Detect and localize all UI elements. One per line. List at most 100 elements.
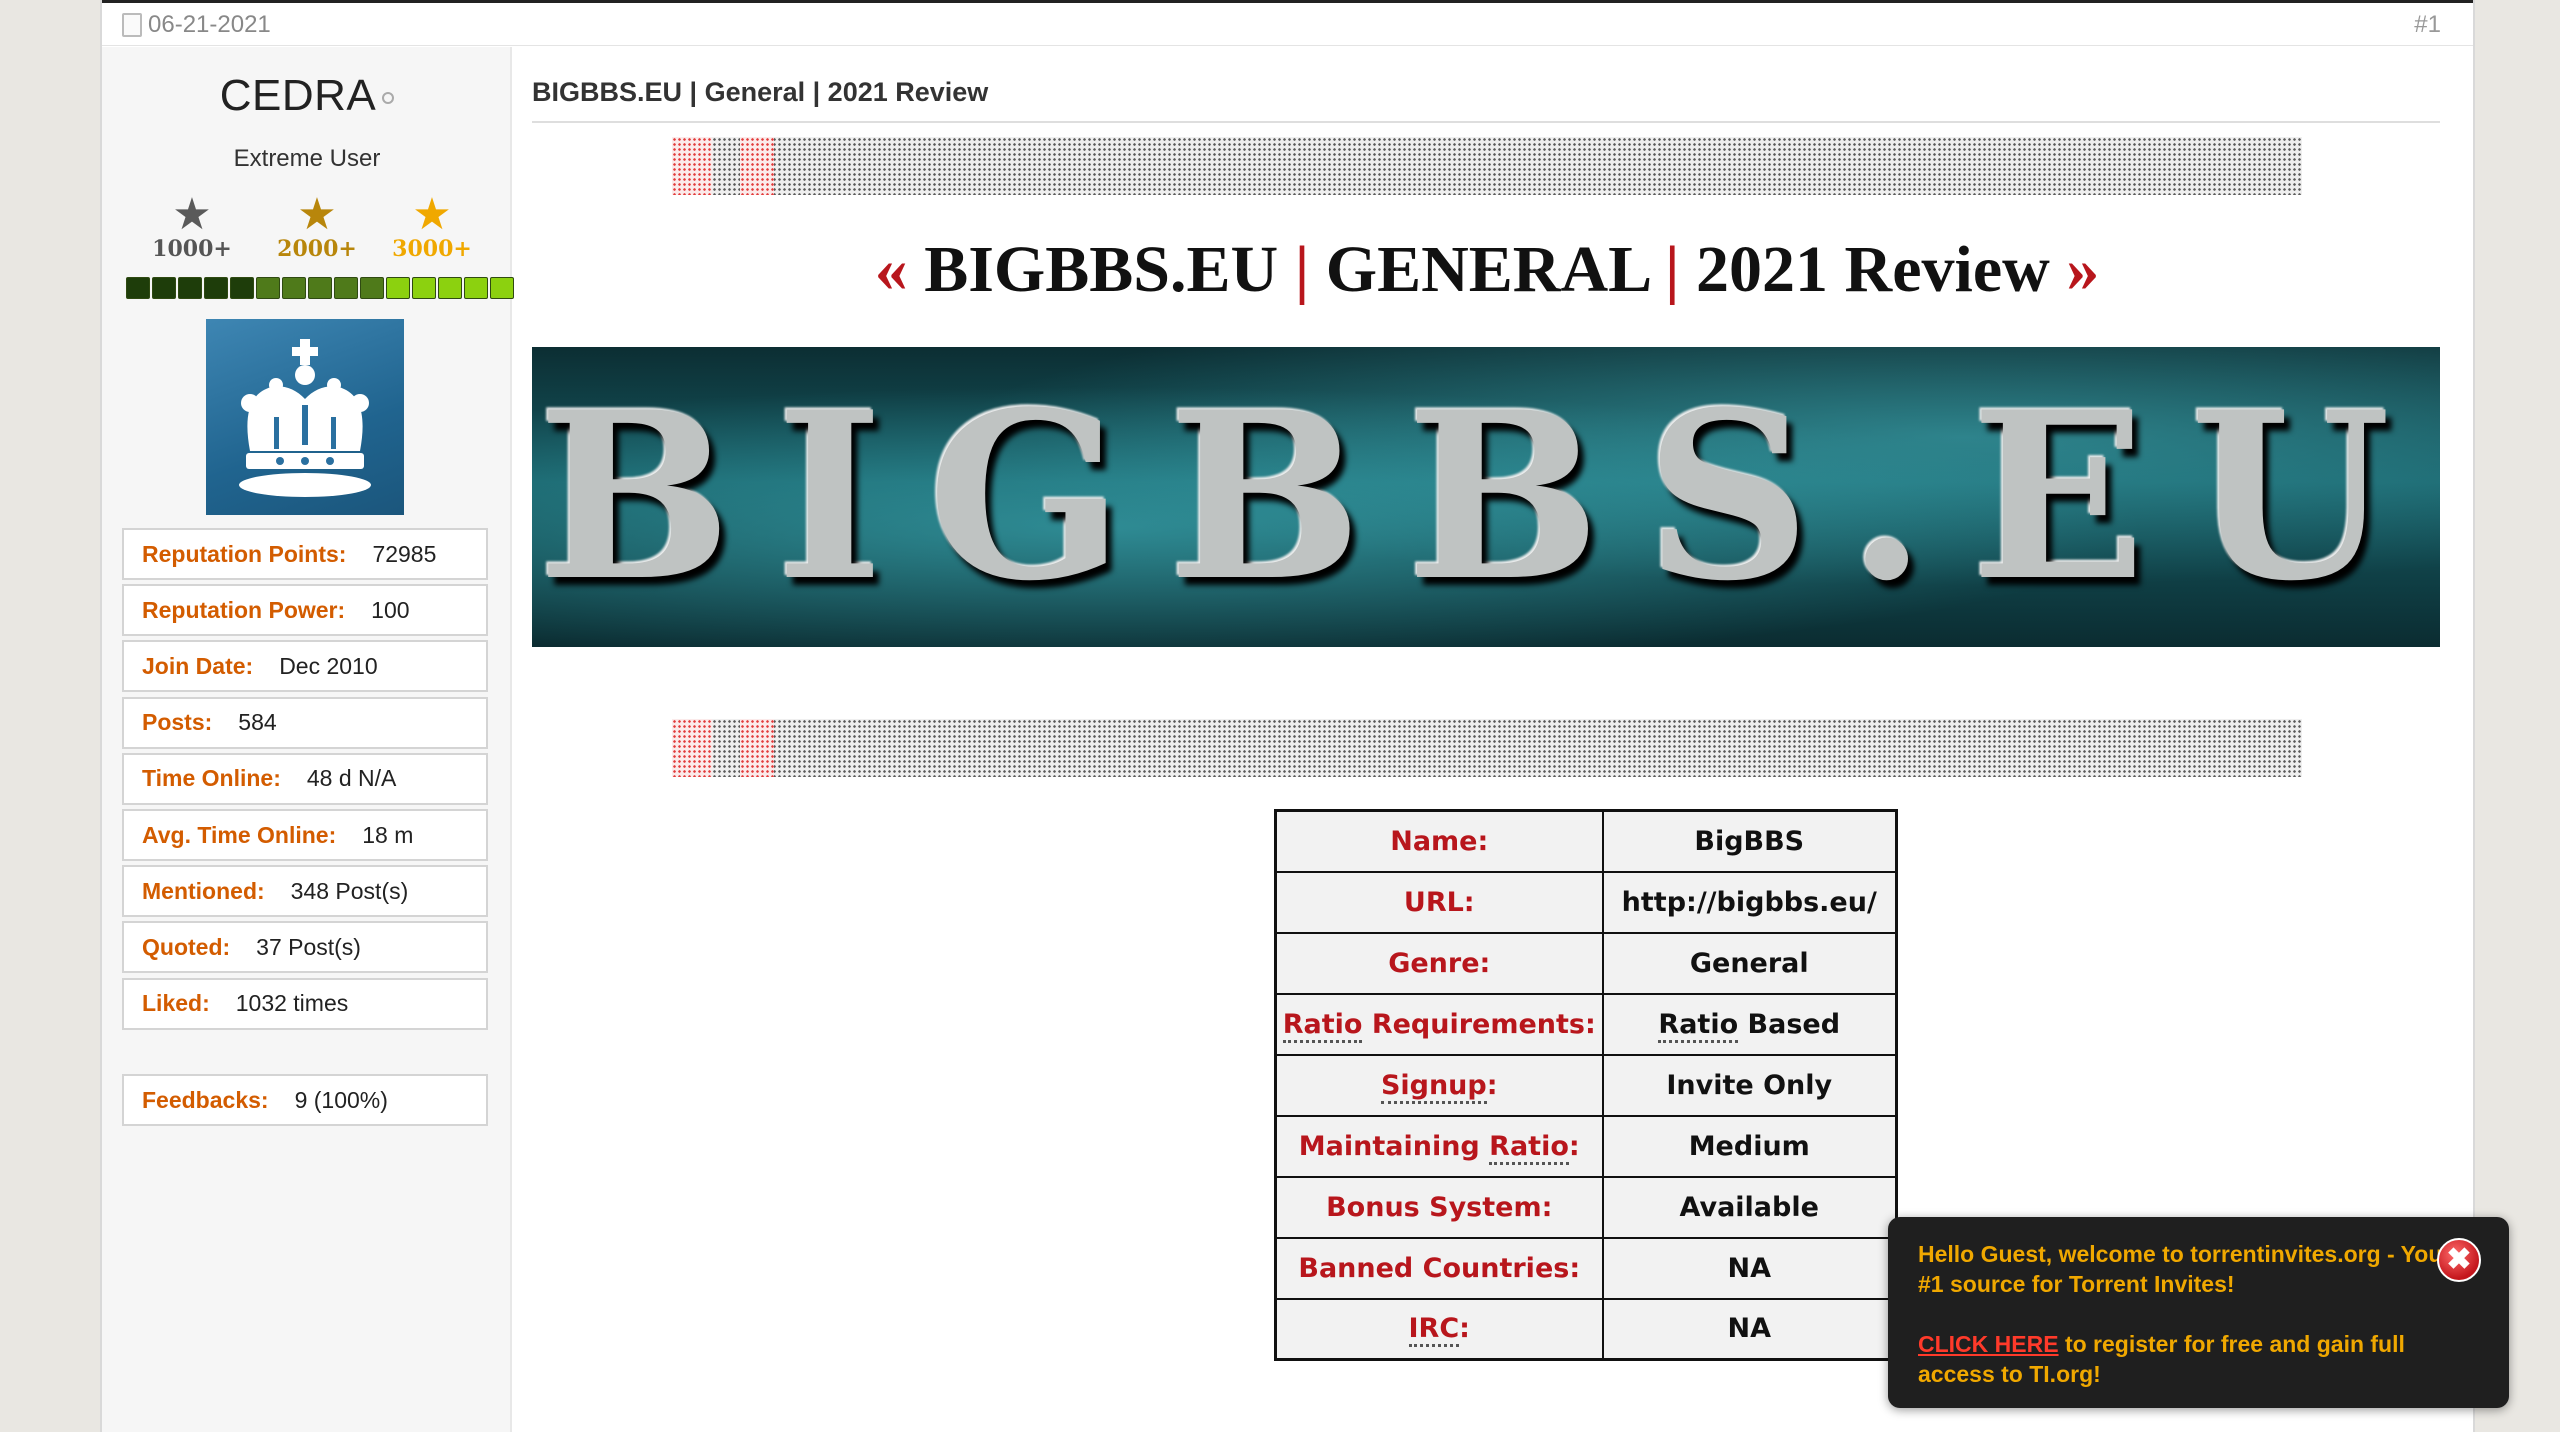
review-value: NA	[1601, 1236, 1898, 1300]
popup-cta: CLICK HERE to register for free and gain…	[1918, 1329, 2479, 1389]
reputation-points-box: Reputation Points: 72985	[122, 528, 488, 580]
review-row: Banned Countries: NA	[1274, 1236, 1898, 1300]
heading-separator: |	[1664, 233, 1680, 306]
popup-welcome-text: Hello Guest, welcome to torrentinvites.o…	[1918, 1241, 2452, 1297]
review-key: Name:	[1274, 809, 1604, 873]
reputation-segment	[490, 277, 514, 299]
abbreviation-term[interactable]: IRC	[1408, 1313, 1460, 1348]
review-key: IRC:	[1274, 1297, 1604, 1361]
review-value: Ratio Based	[1601, 992, 1898, 1056]
mentioned-value[interactable]: 348 Post(s)	[291, 878, 409, 905]
join-date-value: Dec 2010	[279, 652, 378, 679]
reputation-segment	[438, 277, 462, 299]
decorative-divider-bottom	[672, 719, 2302, 777]
star-icon: ★	[297, 190, 337, 239]
star-milestone: ★ 1000+	[142, 190, 242, 263]
review-key: URL:	[1274, 870, 1604, 934]
reputation-bar	[126, 277, 514, 299]
heading-genre: GENERAL	[1325, 233, 1649, 306]
post-number-link[interactable]: #1	[2414, 11, 2441, 39]
join-date-label: Join Date:	[142, 652, 254, 679]
heading-year: 2021 Review	[1696, 233, 2050, 306]
avg-time-online-box: Avg. Time Online: 18 m	[122, 809, 488, 861]
review-row: Ratio Requirements: Ratio Based	[1274, 992, 1898, 1056]
time-online-value: 48 d N/A	[306, 765, 397, 792]
avg-time-online-value: 18 m	[362, 821, 414, 848]
title-divider	[532, 121, 2440, 123]
star-icon: ★	[172, 190, 212, 239]
review-heading: « BIGBBS.EU | GENERAL | 2021 Review »	[532, 232, 2442, 308]
time-online-box: Time Online: 48 d N/A	[122, 752, 488, 805]
abbreviation-term[interactable]: Signup	[1380, 1069, 1487, 1104]
star-milestone: ★ 2000+	[267, 190, 367, 263]
join-date-box: Join Date: Dec 2010	[122, 640, 488, 693]
crown-icon	[239, 339, 371, 497]
username-link[interactable]: CEDRA	[220, 71, 377, 120]
review-key: Banned Countries:	[1274, 1236, 1604, 1300]
close-icon[interactable]: ✖	[2437, 1238, 2481, 1282]
star-label: 2000+	[277, 236, 357, 262]
banner-logo-text: BIGBBS.EU	[537, 362, 2435, 632]
click-here-link[interactable]: CLICK HERE	[1918, 1331, 2059, 1357]
heading-site: BIGBBS.EU	[924, 233, 1279, 306]
review-value: Available	[1601, 1175, 1898, 1239]
review-row: URL: http://bigbbs.eu/	[1274, 870, 1898, 934]
quoted-label[interactable]: Quoted:	[142, 934, 230, 961]
review-value: http://bigbbs.eu/	[1601, 870, 1898, 934]
guest-welcome-popup: Hello Guest, welcome to torrentinvites.o…	[1888, 1217, 2509, 1408]
reputation-segment	[230, 277, 254, 299]
star-label: 3000+	[392, 236, 472, 262]
review-table: Name: BigBBS URL: http://bigbbs.eu/Genre: Ge…	[1274, 809, 1898, 1361]
feedbacks-label[interactable]: Feedbacks:	[142, 1087, 269, 1114]
review-key: Genre:	[1274, 931, 1604, 995]
review-row: Genre: General	[1274, 931, 1898, 995]
post-icon	[122, 13, 142, 37]
reputation-segment	[308, 277, 332, 299]
thread-title: BIGBBS.EU | General | 2021 Review	[532, 77, 989, 107]
reputation-segment	[282, 277, 306, 299]
feedbacks-value[interactable]: 9 (100%)	[295, 1087, 388, 1114]
review-value: NA	[1601, 1297, 1898, 1361]
left-quote-icon: «	[874, 233, 908, 306]
feedbacks-box: Feedbacks: 9 (100%)	[122, 1074, 488, 1126]
review-key: Maintaining Ratio:	[1274, 1114, 1604, 1178]
review-key: Signup:	[1274, 1053, 1604, 1117]
username-row: CEDRA	[102, 71, 512, 121]
post-header: 06-21-2021 #1	[102, 0, 2473, 46]
posts-value: 584	[238, 709, 277, 736]
reputation-power-box: Reputation Power: 100	[122, 584, 488, 637]
review-value: Medium	[1601, 1114, 1898, 1178]
abbreviation-term[interactable]: Ratio	[1658, 1008, 1739, 1043]
reputation-points-value: 72985	[372, 540, 437, 567]
liked-value[interactable]: 1032 times	[236, 990, 349, 1017]
post-milestone-stars: ★ 1000+ ★ 2000+ ★ 3000+	[142, 190, 482, 263]
reputation-segment	[464, 277, 488, 299]
abbreviation-term[interactable]: Ratio	[1282, 1008, 1363, 1043]
abbreviation-term[interactable]: Ratio	[1489, 1130, 1569, 1165]
posts-box: Posts: 584	[122, 696, 488, 749]
mentioned-label[interactable]: Mentioned:	[142, 878, 265, 905]
user-avatar[interactable]	[206, 319, 404, 515]
time-online-label: Time Online:	[142, 765, 281, 792]
star-icon: ★	[412, 190, 452, 239]
reputation-power-label: Reputation Power:	[142, 596, 346, 623]
user-sidebar: CEDRA Extreme User ★ 1000+ ★ 2000+ ★ 300…	[102, 47, 514, 1432]
review-value: General	[1601, 931, 1898, 995]
avg-time-online-label: Avg. Time Online:	[142, 821, 337, 848]
reputation-segment	[334, 277, 358, 299]
reputation-power-value: 100	[371, 596, 410, 623]
reputation-segment	[256, 277, 280, 299]
mentioned-box: Mentioned: 348 Post(s)	[122, 865, 488, 918]
reputation-segment	[178, 277, 202, 299]
reputation-segment	[152, 277, 176, 299]
site-banner-image: BIGBBS.EU	[532, 347, 2440, 647]
review-row: Bonus System: Available	[1274, 1175, 1898, 1239]
star-label: 1000+	[152, 236, 232, 262]
liked-label[interactable]: Liked:	[142, 990, 210, 1017]
posts-label: Posts:	[142, 709, 213, 736]
review-row: Name: BigBBS	[1274, 809, 1898, 873]
star-milestone: ★ 3000+	[382, 190, 482, 263]
quoted-value[interactable]: 37 Post(s)	[256, 934, 361, 961]
review-value: BigBBS	[1601, 809, 1898, 873]
reputation-segment	[412, 277, 436, 299]
